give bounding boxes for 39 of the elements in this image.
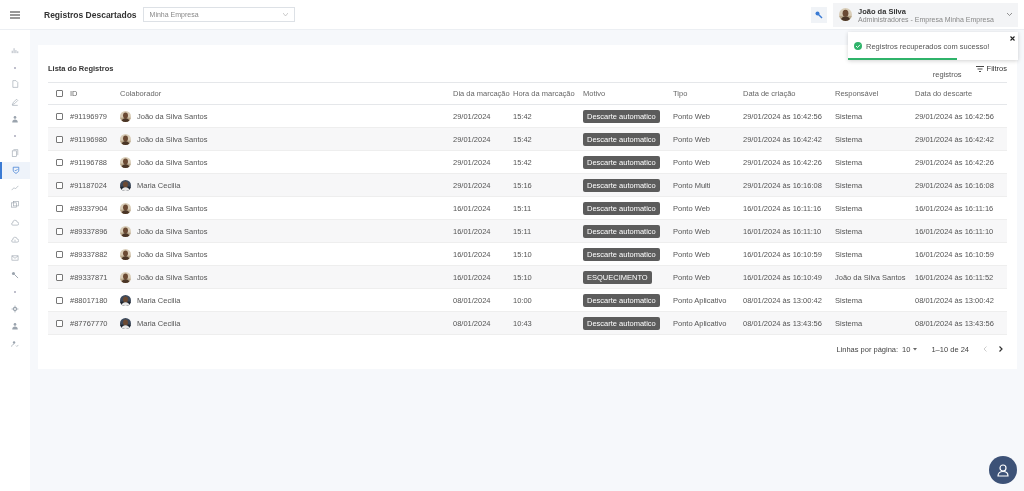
close-button[interactable]: [1010, 35, 1015, 43]
row-checkbox[interactable]: [56, 112, 63, 120]
row-checkbox[interactable]: [56, 273, 63, 281]
row-checkbox[interactable]: [56, 181, 63, 189]
row-checkbox[interactable]: [56, 319, 63, 327]
cloud-icon: [11, 236, 19, 245]
document-icon: [11, 80, 19, 89]
support-button[interactable]: [989, 456, 1017, 484]
success-icon: [854, 42, 862, 50]
page-title: Registros Descartados: [44, 9, 137, 20]
row-checkbox[interactable]: [56, 250, 63, 258]
wrench-button[interactable]: [811, 6, 827, 23]
row-checkbox[interactable]: [56, 158, 63, 166]
row-checkbox[interactable]: [56, 135, 63, 143]
cloud-icon: [11, 218, 19, 227]
row-checkbox[interactable]: [56, 204, 63, 212]
chevron-icon: [1007, 13, 1012, 16]
copy-icon: [11, 148, 19, 157]
row-checkbox[interactable]: [56, 227, 63, 235]
chevron-icon: [282, 13, 288, 16]
caret-icon: [913, 347, 918, 351]
mail-icon: [11, 253, 19, 262]
filter-icon: [975, 65, 984, 72]
bar-chart-icon: [11, 46, 19, 55]
person-icon: [11, 322, 19, 331]
gear-icon: [11, 304, 19, 313]
person-check-icon: [11, 339, 19, 348]
person-icon: [11, 115, 19, 124]
sidebar-item[interactable]: [0, 161, 30, 179]
wrench-icon: [815, 10, 823, 19]
images-icon: [11, 201, 19, 210]
key-icon: [11, 271, 19, 280]
trend-icon: [11, 183, 19, 192]
shield-icon: [12, 166, 20, 175]
pen-icon: [11, 97, 19, 106]
row-checkbox[interactable]: [56, 296, 63, 304]
person-icon: [996, 463, 1010, 477]
menu-icon[interactable]: [10, 10, 20, 19]
select-all-checkbox[interactable]: [56, 90, 63, 97]
